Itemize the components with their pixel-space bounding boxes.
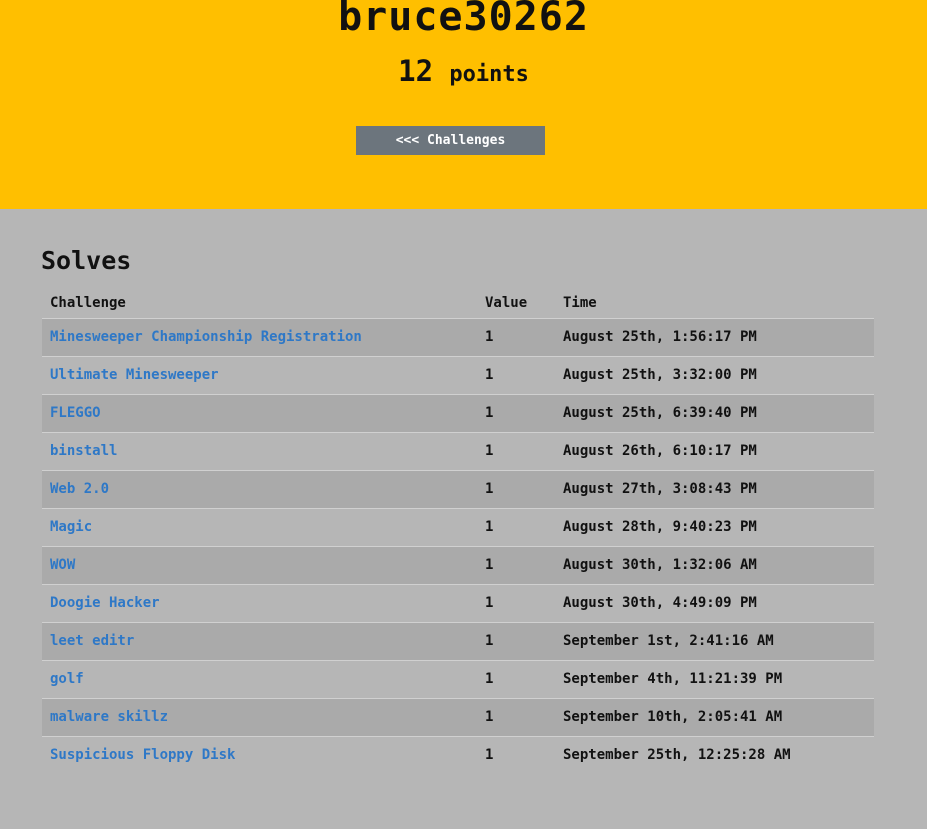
challenge-link[interactable]: Suspicious Floppy Disk xyxy=(50,747,235,763)
value-cell: 1 xyxy=(477,318,555,357)
time-cell: August 25th, 3:32:00 PM xyxy=(555,356,874,395)
challenge-link[interactable]: binstall xyxy=(50,443,117,459)
time-cell: September 10th, 2:05:41 AM xyxy=(555,698,874,737)
column-header-challenge: Challenge xyxy=(50,294,126,311)
table-row: binstall 1 August 26th, 6:10:17 PM xyxy=(42,432,874,471)
table-row: Magic 1 August 28th, 9:40:23 PM xyxy=(42,508,874,547)
points-value: 12 xyxy=(398,54,434,88)
value-cell: 1 xyxy=(477,394,555,433)
time-cell: August 27th, 3:08:43 PM xyxy=(555,470,874,509)
time-cell: September 1st, 2:41:16 AM xyxy=(555,622,874,661)
value-cell: 1 xyxy=(477,698,555,737)
challenge-link[interactable]: FLEGGO xyxy=(50,405,101,421)
column-header-time: Time xyxy=(563,294,597,311)
challenge-link[interactable]: Minesweeper Championship Registration xyxy=(50,329,362,345)
table-row: Doogie Hacker 1 August 30th, 4:49:09 PM xyxy=(42,584,874,623)
time-cell: August 26th, 6:10:17 PM xyxy=(555,432,874,471)
challenge-link[interactable]: Web 2.0 xyxy=(50,481,109,497)
value-cell: 1 xyxy=(477,660,555,699)
table-row: Minesweeper Championship Registration 1 Au… xyxy=(42,318,874,357)
profile-header: bruce30262 12 points <<< Challenges xyxy=(0,0,927,209)
value-cell: 1 xyxy=(477,432,555,471)
value-cell: 1 xyxy=(477,546,555,585)
table-row: golf 1 September 4th, 11:21:39 PM xyxy=(42,660,874,699)
challenge-link[interactable]: WOW xyxy=(50,557,75,573)
challenge-link[interactable]: malware skillz xyxy=(50,709,168,725)
solves-table: Challenge Value Time Minesweeper Champio… xyxy=(42,287,874,774)
value-cell: 1 xyxy=(477,736,555,774)
value-cell: 1 xyxy=(477,584,555,623)
value-cell: 1 xyxy=(477,356,555,395)
challenge-link[interactable]: Ultimate Minesweeper xyxy=(50,367,219,383)
challenge-link[interactable]: Magic xyxy=(50,519,92,535)
solves-title: Solves xyxy=(41,246,132,275)
value-cell: 1 xyxy=(477,622,555,661)
value-cell: 1 xyxy=(477,470,555,509)
time-cell: August 30th, 4:49:09 PM xyxy=(555,584,874,623)
time-cell: August 25th, 1:56:17 PM xyxy=(555,318,874,357)
column-header-value: Value xyxy=(485,294,528,311)
time-cell: August 28th, 9:40:23 PM xyxy=(555,508,874,547)
table-row: FLEGGO 1 August 25th, 6:39:40 PM xyxy=(42,394,874,433)
time-cell: August 30th, 1:32:06 AM xyxy=(555,546,874,585)
username-title: bruce30262 xyxy=(338,0,589,40)
time-cell: September 4th, 11:21:39 PM xyxy=(555,660,874,699)
table-row: Ultimate Minesweeper 1 August 25th, 3:32:0… xyxy=(42,356,874,395)
challenge-link[interactable]: Doogie Hacker xyxy=(50,595,160,611)
time-cell: September 25th, 12:25:28 AM xyxy=(555,736,874,774)
table-row: leet editr 1 September 1st, 2:41:16 AM xyxy=(42,622,874,661)
points-display: 12 points xyxy=(0,54,927,88)
table-row: WOW 1 August 30th, 1:32:06 AM xyxy=(42,546,874,585)
table-row: Web 2.0 1 August 27th, 3:08:43 PM xyxy=(42,470,874,509)
table-row: Suspicious Floppy Disk 1 September 25th, 1… xyxy=(42,736,874,774)
challenge-link[interactable]: golf xyxy=(50,671,84,687)
value-cell: 1 xyxy=(477,508,555,547)
time-cell: August 25th, 6:39:40 PM xyxy=(555,394,874,433)
back-to-challenges-button[interactable]: <<< Challenges xyxy=(356,126,545,155)
table-header-row: Challenge Value Time xyxy=(42,287,874,319)
points-label: points xyxy=(449,62,529,87)
challenge-link[interactable]: leet editr xyxy=(50,633,134,649)
table-row: malware skillz 1 September 10th, 2:05:41 A… xyxy=(42,698,874,737)
